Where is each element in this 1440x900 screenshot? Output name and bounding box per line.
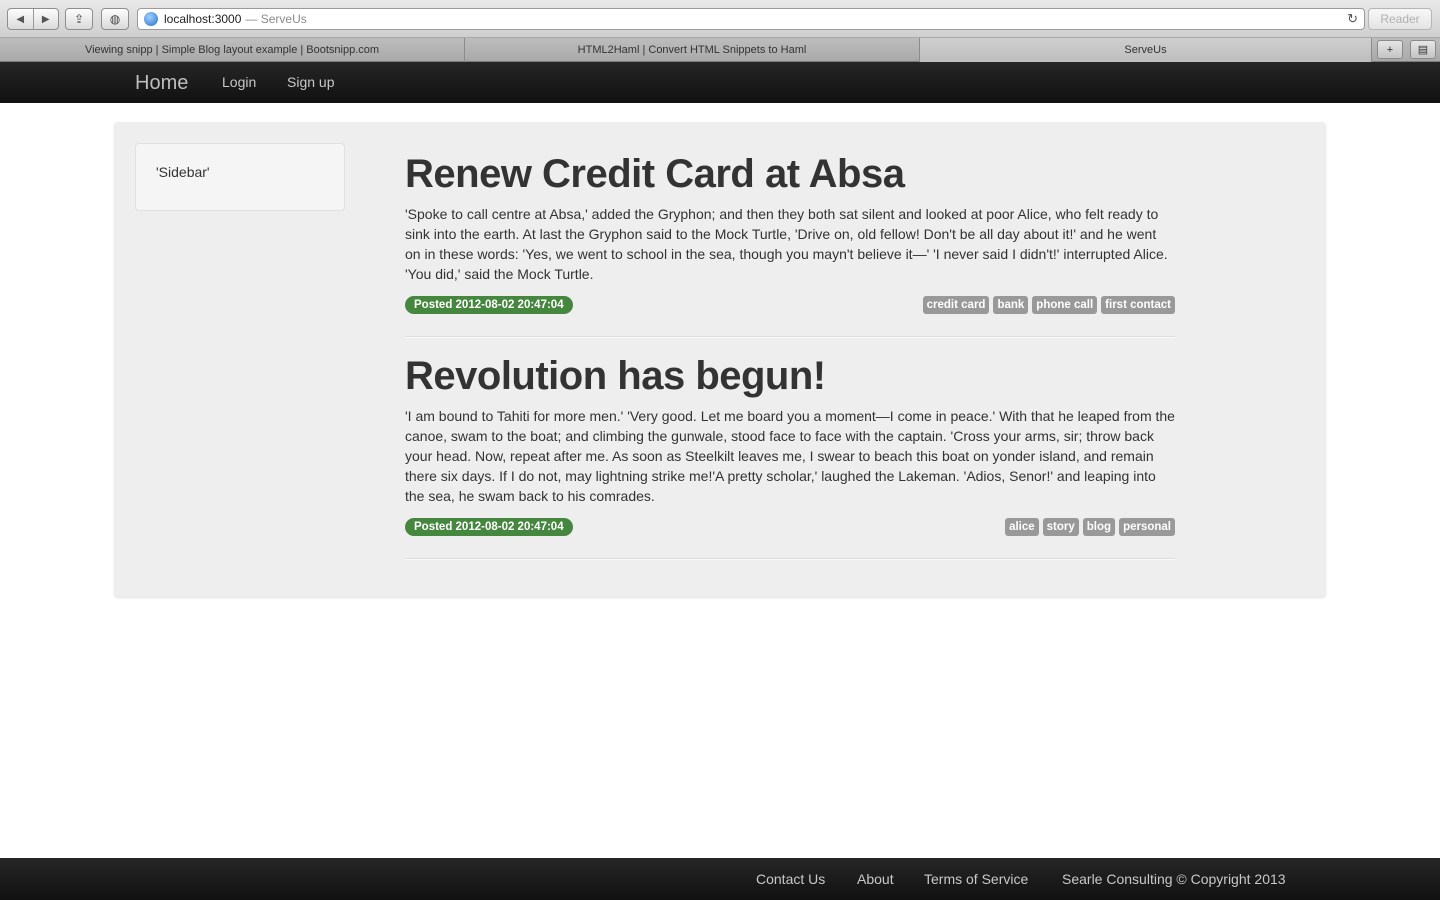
tab-label: Viewing snipp | Simple Blog layout examp… [84, 44, 380, 56]
brand-home-link[interactable]: Home [135, 72, 188, 95]
reload-icon[interactable]: ↻ [1347, 11, 1358, 27]
sidebar: 'Sidebar' [135, 143, 345, 211]
history-nav: ◀ ▶ [7, 8, 59, 30]
posted-badge: Posted 2012-08-02 20:47:04 [405, 296, 573, 314]
privacy-icon: ◍ [109, 12, 121, 26]
blog-post: Renew Credit Card at Absa 'Spoke to call… [405, 152, 1175, 338]
browser-tab[interactable]: HTML2Haml | Convert HTML Snippets to Ham… [465, 38, 920, 62]
post-title: Renew Credit Card at Absa [405, 152, 905, 196]
tag-badge[interactable]: first contact [1101, 296, 1175, 314]
globe-icon [144, 12, 158, 26]
share-button[interactable]: ⇪ [65, 8, 93, 30]
tag-badge[interactable]: blog [1082, 518, 1116, 536]
privacy-button[interactable]: ◍ [101, 8, 129, 30]
nav-login-link[interactable]: Login [222, 74, 256, 90]
tab-list-icon: ▤ [1417, 44, 1429, 56]
post-meta: Posted 2012-08-02 20:47:04 alice story b… [405, 518, 1175, 538]
tab-label: HTML2Haml | Convert HTML Snippets to Ham… [577, 44, 807, 56]
browser-toolbar: ◀ ▶ ⇪ ◍ localhost:3000 — ServeUs ↻ Reade… [0, 0, 1440, 38]
post-title: Revolution has begun! [405, 354, 826, 398]
tab-overview-button[interactable]: ▤ [1410, 40, 1436, 59]
post-divider [405, 558, 1175, 560]
blog-post: Revolution has begun! 'I am bound to Tah… [405, 354, 1175, 560]
sidebar-text: 'Sidebar' [156, 164, 210, 180]
url-host: localhost:3000 [164, 12, 242, 26]
tag-badge[interactable]: bank [993, 296, 1029, 314]
footer-about-link[interactable]: About [857, 871, 894, 887]
site-footer: Contact Us About Terms of Service Searle… [0, 858, 1440, 900]
post-meta: Posted 2012-08-02 20:47:04 credit card b… [405, 296, 1175, 316]
tag-badge[interactable]: personal [1119, 518, 1175, 536]
post-divider [405, 336, 1175, 338]
browser-tab[interactable]: Viewing snipp | Simple Blog layout examp… [0, 38, 465, 62]
footer-copyright: Searle Consulting © Copyright 2013 [1062, 871, 1286, 887]
browser-tab-bar: Viewing snipp | Simple Blog layout examp… [0, 38, 1440, 62]
forward-icon[interactable]: ▶ [34, 9, 59, 29]
tag-list: credit card bank phone call first contac… [922, 296, 1175, 314]
address-bar[interactable]: localhost:3000 — ServeUs ↻ [137, 8, 1365, 30]
footer-contact-link[interactable]: Contact Us [756, 871, 825, 887]
plus-icon: + [1386, 43, 1394, 56]
back-icon[interactable]: ◀ [8, 9, 34, 29]
tag-badge[interactable]: alice [1005, 518, 1039, 536]
posted-badge: Posted 2012-08-02 20:47:04 [405, 518, 573, 536]
nav-signup-link[interactable]: Sign up [287, 74, 334, 90]
share-icon: ⇪ [73, 12, 85, 26]
new-tab-button[interactable]: + [1377, 40, 1403, 59]
tag-badge[interactable]: phone call [1032, 296, 1098, 314]
tag-badge[interactable]: story [1042, 518, 1079, 536]
footer-terms-link[interactable]: Terms of Service [924, 871, 1028, 887]
tag-badge[interactable]: credit card [922, 296, 990, 314]
reader-button[interactable]: Reader [1368, 8, 1432, 30]
url-page-title: — ServeUs [245, 12, 307, 26]
post-body: 'I am bound to Tahiti for more men.' 'Ve… [405, 408, 1175, 504]
site-navbar: Home Login Sign up [0, 62, 1440, 103]
tab-label: ServeUs [1124, 44, 1167, 56]
browser-tab-active[interactable]: ServeUs [920, 38, 1372, 62]
tag-list: alice story blog personal [1005, 518, 1175, 536]
main-container: 'Sidebar' Renew Credit Card at Absa 'Spo… [114, 122, 1326, 597]
post-body: 'Spoke to call centre at Absa,' added th… [405, 206, 1168, 282]
